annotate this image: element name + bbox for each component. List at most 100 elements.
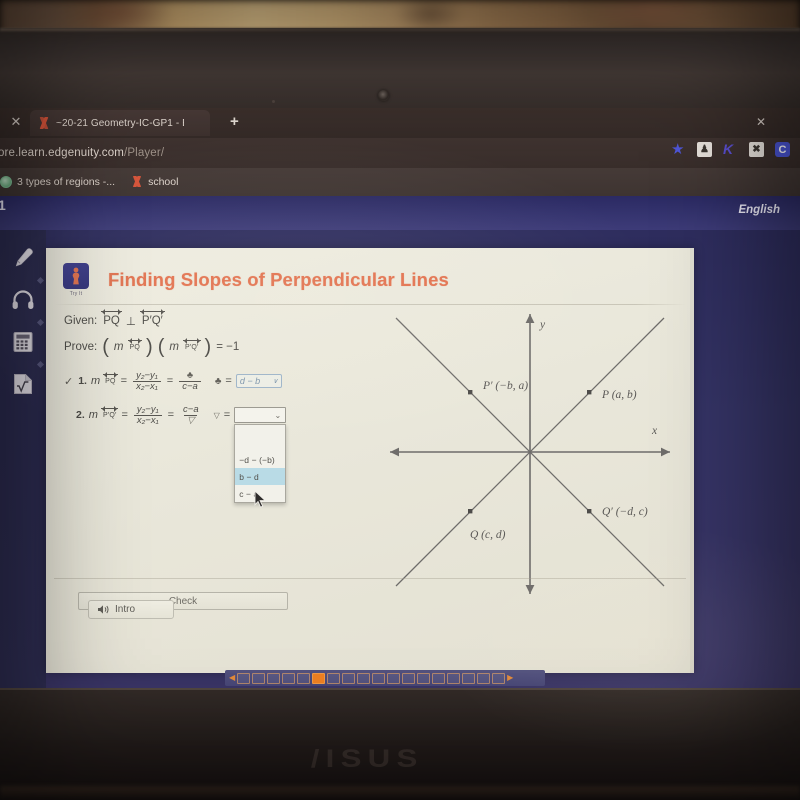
language-label[interactable]: English: [738, 204, 780, 216]
step1-answer-dropdown[interactable]: d − b ∨: [235, 374, 282, 389]
step2-frac1-numerator: y₂−y₁: [136, 403, 159, 415]
laptop-top-bezel: [0, 28, 800, 110]
browser-tab-strip: ✕ ~20-21 Geometry-IC-GP1 - Edge ✕ +: [0, 108, 800, 138]
clever-extension-icon[interactable]: C: [775, 142, 790, 157]
highlighter-tool[interactable]: [9, 244, 37, 272]
next-step-button[interactable]: ▶: [507, 673, 513, 683]
progress-segment[interactable]: [462, 672, 476, 684]
step1-frac1-denominator: x₂−x₁: [133, 380, 161, 392]
globe-icon: [0, 176, 12, 188]
open-paren: (: [102, 336, 109, 358]
rail-tick: [36, 360, 45, 369]
step2-dropdown-button[interactable]: ⌄: [234, 407, 287, 424]
rail-tick: [36, 276, 45, 285]
step1-frac1-numerator: y₂−y₁: [136, 370, 158, 381]
close-paren: ): [146, 336, 153, 358]
step-number: 1.: [78, 375, 87, 388]
step2-equals-3: =: [223, 409, 231, 422]
dropdown-options-list[interactable]: −d − (−b) b − d c − a: [234, 424, 287, 504]
step1-frac2-denominator: c−a: [179, 380, 201, 392]
bookmark-school-label: school: [148, 176, 179, 188]
step2-fraction-2: c−a ▽: [180, 404, 202, 426]
formula-reference-tool[interactable]: [9, 370, 37, 398]
prove-line: Prove: ( m PQ ) ( m P′Q′ ) = −1: [64, 337, 364, 357]
progress-segment[interactable]: [327, 672, 341, 684]
progress-segment[interactable]: [387, 672, 401, 684]
point-label-q-prime: Q′ (−d, c): [602, 506, 648, 518]
star-icon[interactable]: ★: [671, 142, 686, 157]
dropdown-option-1[interactable]: b − d: [235, 468, 286, 486]
point-p-prime: [468, 390, 473, 395]
progress-segments: [237, 672, 506, 684]
progress-segment[interactable]: [237, 672, 251, 684]
progress-segment[interactable]: [372, 672, 386, 684]
step2-equals-1: =: [121, 409, 128, 422]
audio-tool[interactable]: [9, 286, 37, 314]
progress-segment[interactable]: [312, 672, 326, 684]
bookmark-regions[interactable]: 3 types of regions -...: [0, 176, 115, 188]
app-header: 1 English: [0, 196, 800, 230]
dropdown-option-0[interactable]: −d − (−b): [235, 451, 285, 468]
progress-segment[interactable]: [447, 672, 461, 684]
extension-icon[interactable]: ♟: [697, 142, 712, 157]
progress-segment[interactable]: [357, 672, 371, 684]
progress-segment[interactable]: [267, 672, 281, 684]
prove-m1: m: [113, 341, 124, 353]
prove-m2: m: [169, 341, 179, 353]
laptop-bottom-bezel: [0, 688, 800, 740]
prove-label: Prove:: [64, 341, 98, 353]
intro-button-label: Intro: [115, 604, 136, 615]
try-it-icon: [63, 263, 89, 289]
app-header-number: 1: [0, 197, 6, 213]
axis-label-x: x: [651, 425, 658, 437]
bookmarks-bar: 3 types of regions -... school: [0, 168, 800, 196]
point-label-p-prime: P′ (−b, a): [482, 380, 528, 392]
progress-segment[interactable]: [297, 672, 311, 684]
dropdown-option-2[interactable]: c − a: [235, 485, 285, 502]
browser-tab[interactable]: ~20-21 Geometry-IC-GP1 - Edge: [30, 110, 210, 136]
step2-answer-dropdown[interactable]: ⌄ −d − (−b) b − d c − a: [234, 407, 287, 509]
progress-segment[interactable]: [477, 672, 491, 684]
speaker-icon: [98, 605, 109, 614]
new-tab-button[interactable]: +: [230, 113, 239, 131]
progress-segment[interactable]: [342, 672, 356, 684]
close-window-icon[interactable]: ✕: [8, 114, 24, 130]
progress-segment[interactable]: [252, 672, 266, 684]
step2-variable-glyph: ▽: [213, 410, 220, 420]
prove-equals: = −1: [216, 341, 240, 353]
step1-m: m: [90, 375, 101, 388]
browser-address-bar[interactable]: ore.learn.edgenuity.com/Player/ ★ ♟ K ✖ …: [0, 138, 800, 168]
kami-extension-icon[interactable]: K: [723, 142, 738, 157]
intro-audio-button[interactable]: Intro: [88, 600, 174, 619]
close-extension-icon[interactable]: ✖: [749, 142, 764, 157]
progress-segment[interactable]: [417, 672, 431, 684]
point-label-q: Q (c, d): [470, 529, 506, 541]
point-q: [468, 509, 473, 514]
calculator-tool[interactable]: [9, 328, 37, 356]
laptop-screen: ✕ ~20-21 Geometry-IC-GP1 - Edge ✕ + ore.…: [0, 108, 800, 688]
progress-segment[interactable]: [402, 672, 416, 684]
step-number: 2.: [76, 409, 85, 422]
proof-step-2: 2. m P′Q′ = y₂−y₁ x₂−x₁ = c−a ▽ ▽ = ⌄ −d…: [64, 403, 364, 509]
given-segment-pq: PQ: [101, 309, 122, 327]
step2-m-subscript: P′Q′: [100, 405, 119, 419]
close-paren-2: ): [204, 336, 212, 358]
dropdown-blank-option[interactable]: [235, 425, 285, 451]
browser-tab-title: ~20-21 Geometry-IC-GP1 - Edge: [56, 117, 184, 129]
step1-equals-1: =: [120, 375, 128, 388]
webcam-icon: [378, 90, 389, 101]
prev-step-button[interactable]: ◀: [229, 673, 235, 683]
given-line: Given: PQ ⊥ P′Q′: [64, 309, 364, 328]
close-tab-icon[interactable]: ✕: [756, 115, 766, 129]
lesson-progress-bar[interactable]: ◀ ▶: [225, 670, 545, 686]
progress-segment[interactable]: [282, 672, 296, 684]
proof-step-1: ✓ 1. m PQ = y₂−y₁ x₂−x₁ = ♣ c−a ♣ = d − …: [64, 371, 364, 392]
step1-equals-3: =: [225, 375, 232, 388]
lesson-scrollbar[interactable]: [690, 248, 694, 673]
open-paren-2: (: [157, 336, 165, 358]
page-title: Finding Slopes of Perpendicular Lines: [108, 269, 449, 290]
bookmark-school[interactable]: school: [131, 176, 178, 188]
progress-segment[interactable]: [432, 672, 446, 684]
chevron-down-icon: ⌄: [274, 410, 282, 420]
progress-segment[interactable]: [492, 672, 506, 684]
